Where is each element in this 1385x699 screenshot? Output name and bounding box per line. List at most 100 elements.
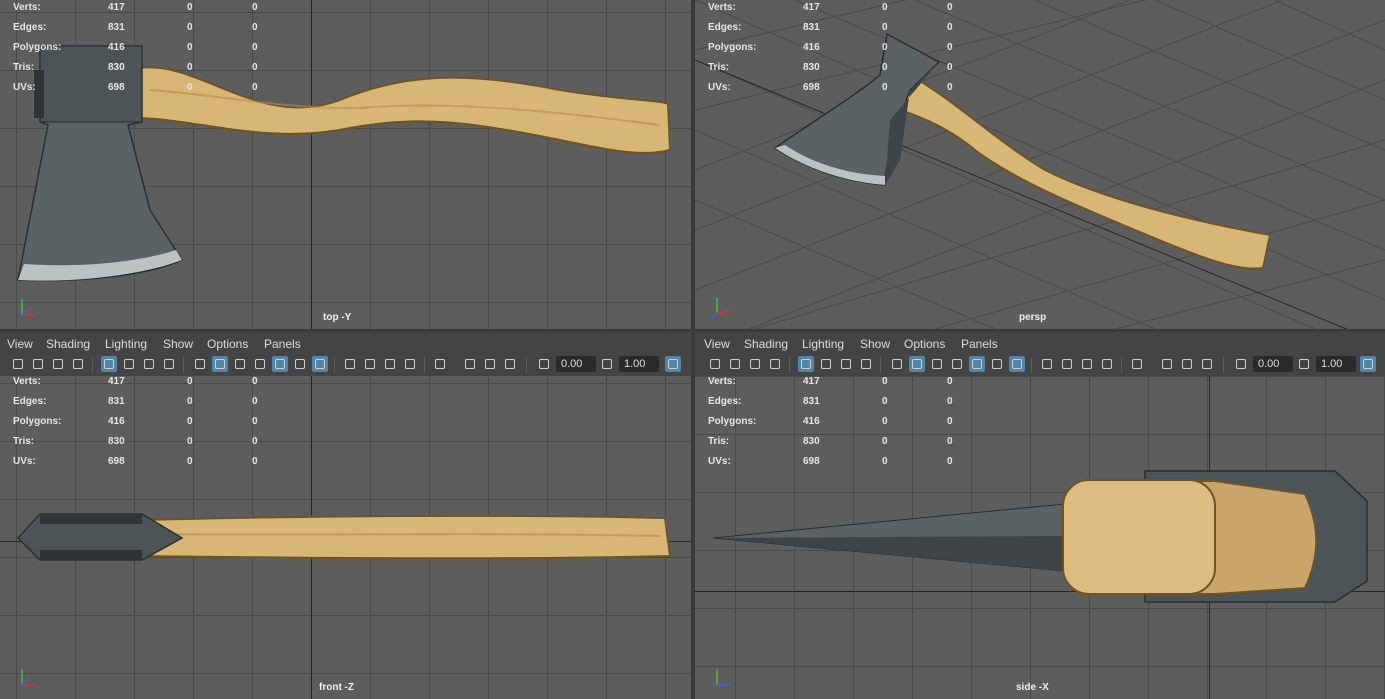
separator (92, 357, 93, 373)
menu-shading[interactable]: Shading (46, 337, 90, 351)
menu-lighting[interactable]: Lighting (105, 337, 147, 351)
panel-menu-bar-front: View Shading Lighting Show Options Panel… (0, 332, 691, 376)
axe-handle-butt (1062, 479, 1216, 595)
textured-icon[interactable] (969, 356, 985, 372)
exposure-icon[interactable] (1233, 356, 1249, 372)
viewport-side[interactable]: Verts: 417 0 0 Edges: 831 0 0 Polygons: 416 0 0 T… (695, 376, 1385, 699)
menu-show[interactable]: Show (163, 337, 193, 351)
bookmark-icon[interactable] (767, 356, 783, 372)
axe-handle (139, 514, 672, 560)
hud-row-uvs: UVs: 698 0 0 (708, 82, 953, 93)
wireframe-on-shaded-icon[interactable] (949, 356, 965, 372)
camera-lock-icon[interactable] (727, 356, 743, 372)
menu-shading[interactable]: Shading (744, 337, 788, 351)
panel-menu-bar-side: View Shading Lighting Show Options Panel… (695, 332, 1385, 376)
viewport-divider-vertical[interactable] (691, 0, 695, 699)
gate-mask-icon[interactable] (858, 356, 874, 372)
smooth-shade-icon[interactable] (909, 356, 925, 372)
axis-gizmo (12, 295, 46, 321)
axe-handle (139, 66, 672, 154)
xray-active-components-icon[interactable] (1179, 356, 1195, 372)
hud-row-edges: Edges: 831 0 0 (708, 22, 953, 33)
menu-show[interactable]: Show (860, 337, 890, 351)
ambient-occlusion-icon[interactable] (342, 356, 358, 372)
menu-panels[interactable]: Panels (961, 337, 998, 351)
lights-icon[interactable] (292, 356, 308, 372)
viewport-divider-horizontal[interactable] (0, 329, 1385, 332)
hud-row-polygons: Polygons: 416 0 0 (708, 42, 953, 53)
depth-of-field-icon[interactable] (402, 356, 418, 372)
exposure-icon[interactable] (536, 356, 552, 372)
xray-joints-icon[interactable] (1199, 356, 1215, 372)
xray-joints-icon[interactable] (502, 356, 518, 372)
xray-icon[interactable] (462, 356, 478, 372)
menu-lighting[interactable]: Lighting (802, 337, 844, 351)
isolate-select-icon[interactable] (432, 356, 448, 372)
hud-row-polygons: Polygons: 416 0 0 (13, 42, 258, 53)
hud-row-edges: Edges: 831 0 0 (13, 396, 258, 407)
use-default-material-icon[interactable] (929, 356, 945, 372)
wireframe-on-shaded-icon[interactable] (252, 356, 268, 372)
anti-aliasing-icon[interactable] (382, 356, 398, 372)
use-default-material-icon[interactable] (232, 356, 248, 372)
xray-icon[interactable] (1159, 356, 1175, 372)
gamma-icon[interactable] (1296, 356, 1312, 372)
hud-row-uvs: UVs: 698 0 0 (13, 82, 258, 93)
menu-view[interactable]: View (704, 337, 730, 351)
shadows-icon[interactable] (312, 356, 328, 372)
camera-label: side -X (1016, 682, 1049, 693)
xray-active-components-icon[interactable] (482, 356, 498, 372)
gamma-icon[interactable] (599, 356, 615, 372)
color-management-icon[interactable] (665, 356, 681, 372)
panel-toolbar: 0.00 1.00 (695, 354, 1385, 376)
axe-handle (893, 70, 1272, 270)
bookmark-icon[interactable] (70, 356, 86, 372)
camera-lock-icon[interactable] (30, 356, 46, 372)
film-gate-icon[interactable] (818, 356, 834, 372)
hud-row-verts: Verts: 417 0 0 (708, 376, 953, 387)
resolution-gate-icon[interactable] (838, 356, 854, 372)
motion-blur-icon[interactable] (1059, 356, 1075, 372)
ambient-occlusion-icon[interactable] (1039, 356, 1055, 372)
grid-toggle-icon[interactable] (798, 356, 814, 372)
isolate-select-icon[interactable] (1129, 356, 1145, 372)
viewport-front[interactable]: Verts: 417 0 0 Edges: 831 0 0 Polygons: 416 0 0 T… (0, 376, 691, 699)
anti-aliasing-icon[interactable] (1079, 356, 1095, 372)
menu-options[interactable]: Options (207, 337, 248, 351)
textured-icon[interactable] (272, 356, 288, 372)
camera-attributes-icon[interactable] (747, 356, 763, 372)
motion-blur-icon[interactable] (362, 356, 378, 372)
color-management-icon[interactable] (1360, 356, 1376, 372)
shadows-icon[interactable] (1009, 356, 1025, 372)
camera-attributes-icon[interactable] (50, 356, 66, 372)
wireframe-icon[interactable] (889, 356, 905, 372)
gate-mask-icon[interactable] (161, 356, 177, 372)
lights-icon[interactable] (989, 356, 1005, 372)
exposure-field[interactable]: 0.00 (1253, 356, 1293, 372)
viewport-persp[interactable]: Verts: 417 0 0 Edges: 831 0 0 Polygons: 416 0 0 T… (695, 0, 1385, 329)
hud-row-edges: Edges: 831 0 0 (708, 396, 953, 407)
resolution-gate-icon[interactable] (141, 356, 157, 372)
menu-options[interactable]: Options (904, 337, 945, 351)
camera-icon[interactable] (707, 356, 723, 372)
viewport-top[interactable]: Verts: 417 0 0 Edges: 831 0 0 Polygons: 416 0 0 T… (0, 0, 691, 329)
wireframe-icon[interactable] (192, 356, 208, 372)
hud-row-verts: Verts: 417 0 0 (708, 2, 953, 13)
gamma-field[interactable]: 1.00 (619, 356, 659, 372)
smooth-shade-icon[interactable] (212, 356, 228, 372)
camera-icon[interactable] (10, 356, 26, 372)
hud-row-tris: Tris: 830 0 0 (708, 436, 953, 447)
panel-menu: View Shading Lighting Show Options Panel… (695, 332, 1385, 354)
exposure-field[interactable]: 0.00 (556, 356, 596, 372)
axis-gizmo (12, 665, 46, 691)
hud-row-verts: Verts: 417 0 0 (13, 376, 258, 387)
separator (1223, 357, 1224, 373)
gamma-field[interactable]: 1.00 (1316, 356, 1356, 372)
menu-panels[interactable]: Panels (264, 337, 301, 351)
film-gate-icon[interactable] (121, 356, 137, 372)
depth-of-field-icon[interactable] (1099, 356, 1115, 372)
grid-toggle-icon[interactable] (101, 356, 117, 372)
axis-gizmo (707, 665, 741, 691)
separator (183, 357, 184, 373)
menu-view[interactable]: View (7, 337, 33, 351)
